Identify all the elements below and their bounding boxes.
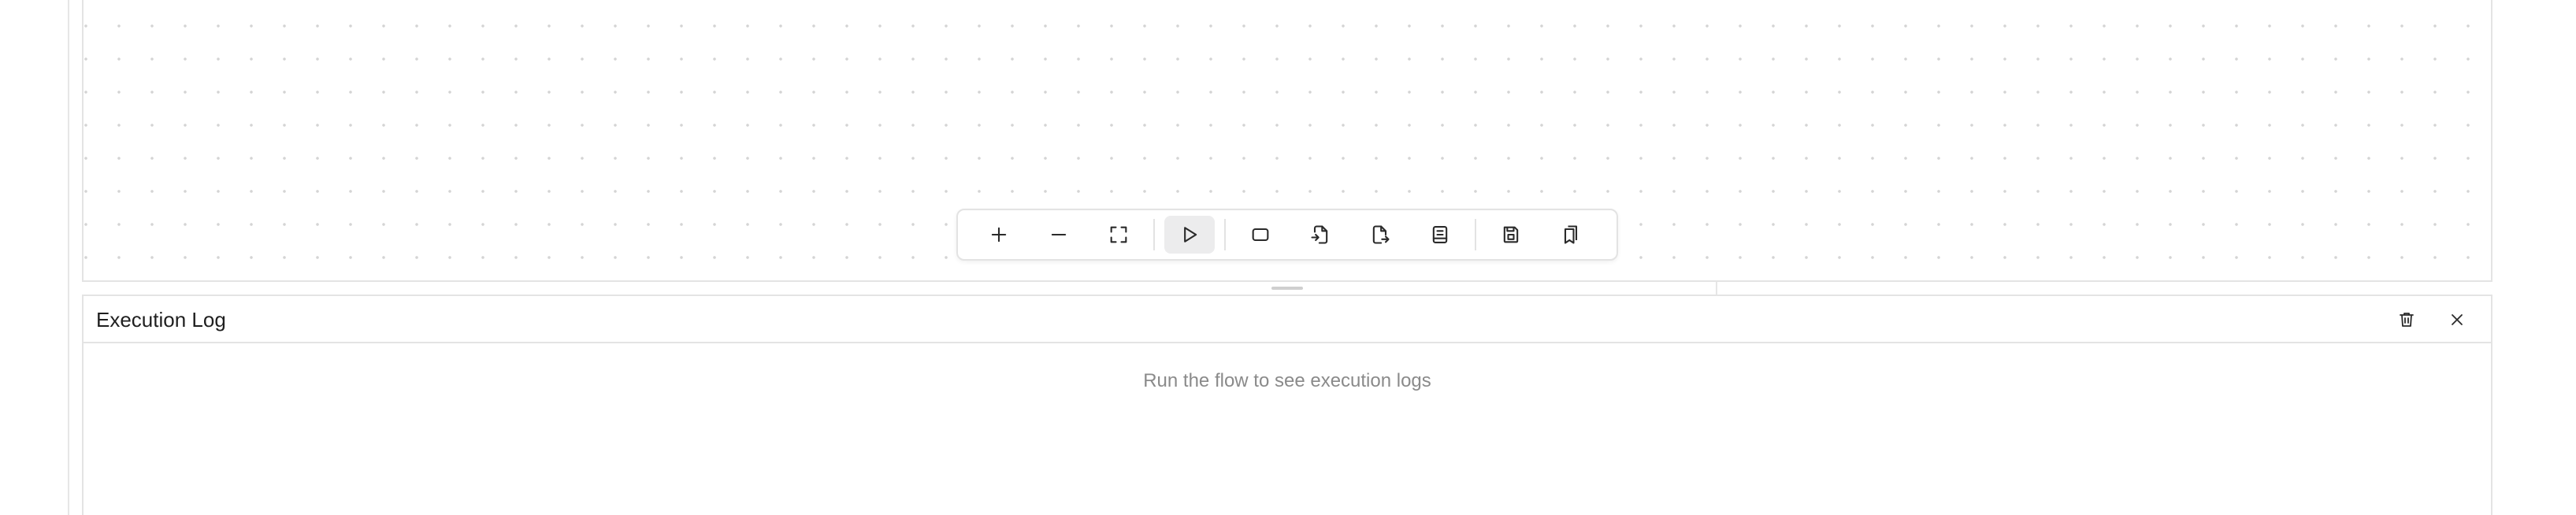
save-icon bbox=[1503, 226, 1519, 243]
fit-view-icon bbox=[1110, 226, 1127, 243]
clear-log-button[interactable] bbox=[2393, 306, 2420, 333]
import-file-icon bbox=[1311, 225, 1328, 244]
execution-log-panel: Execution Log Run the flow to see execut… bbox=[82, 295, 2492, 515]
trash-icon bbox=[2400, 313, 2414, 327]
toolbar-separator bbox=[1224, 219, 1226, 250]
toolbar-separator bbox=[1475, 219, 1476, 250]
play-icon bbox=[1184, 227, 1197, 243]
book-icon bbox=[1432, 226, 1448, 243]
templates-button[interactable] bbox=[1546, 216, 1596, 254]
add-node-button[interactable] bbox=[1235, 216, 1286, 254]
close-log-button[interactable] bbox=[2444, 306, 2470, 333]
log-panel-header: Execution Log bbox=[84, 296, 2491, 343]
close-icon bbox=[2452, 314, 2463, 325]
documentation-button[interactable] bbox=[1415, 216, 1465, 254]
fit-view-button[interactable] bbox=[1093, 216, 1144, 254]
run-flow-button[interactable] bbox=[1164, 216, 1215, 254]
export-flow-button[interactable] bbox=[1355, 216, 1405, 254]
zoom-out-icon bbox=[1051, 233, 1067, 236]
zoom-out-button[interactable] bbox=[1034, 216, 1084, 254]
panel-resize-handle[interactable] bbox=[1271, 287, 1303, 290]
node-icon bbox=[1252, 228, 1269, 242]
bookmarks-icon bbox=[1564, 225, 1578, 244]
log-empty-state: Run the flow to see execution logs bbox=[1143, 370, 1431, 391]
import-flow-button[interactable] bbox=[1295, 216, 1346, 254]
zoom-in-icon bbox=[991, 227, 1007, 243]
export-file-icon bbox=[1372, 225, 1390, 244]
toolbar-separator bbox=[1153, 219, 1155, 250]
canvas-divider bbox=[82, 280, 2492, 282]
zoom-in-button[interactable] bbox=[974, 216, 1024, 254]
page: Execution Log Run the flow to see execut… bbox=[0, 0, 2576, 515]
log-panel-title: Execution Log bbox=[96, 308, 226, 332]
canvas-toolbar bbox=[956, 209, 1618, 261]
save-button[interactable] bbox=[1486, 216, 1536, 254]
